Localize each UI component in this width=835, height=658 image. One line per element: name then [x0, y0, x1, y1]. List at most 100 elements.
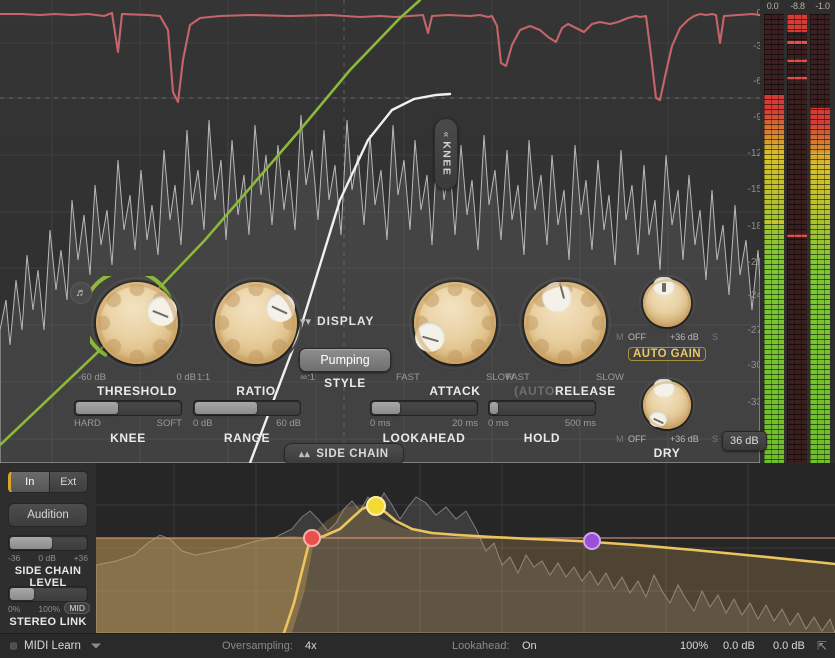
- range-slider-thumb: [195, 402, 257, 414]
- midi-indicator-icon[interactable]: [10, 642, 17, 650]
- stereo-link-track[interactable]: [8, 586, 88, 602]
- meter-input: [764, 14, 784, 463]
- sidechain-level-mid: 0 dB: [38, 553, 56, 563]
- threshold-label: THRESHOLD: [96, 384, 178, 398]
- control-panel: -60 dB 0 dB THRESHOLD ♬ 1:1 ∞:1 RATIO ▾▾…: [60, 275, 720, 460]
- sidechain-level-track[interactable]: [8, 535, 88, 551]
- midi-learn-button[interactable]: MIDI Learn: [24, 640, 81, 652]
- threshold-pointer: [147, 296, 177, 326]
- style-value-button[interactable]: Pumping: [299, 348, 391, 372]
- meter-value-gr: -8.8: [790, 1, 805, 11]
- chevron-down-icon[interactable]: [91, 643, 101, 649]
- auto-gain-label[interactable]: AUTO GAIN: [628, 347, 706, 361]
- output-gain-badge[interactable]: 36 dB: [722, 431, 767, 451]
- style-control: Pumping STYLE: [293, 348, 397, 390]
- ratio-pointer: [266, 293, 295, 322]
- auto-gain-mute[interactable]: M: [616, 332, 624, 342]
- stereo-link-thumb: [10, 588, 34, 600]
- dry-pointer: [649, 411, 667, 427]
- dry-state[interactable]: OFF: [628, 434, 646, 444]
- input-level-value[interactable]: 0.0 dB: [723, 640, 755, 652]
- oversampling-label: Oversampling:: [222, 640, 293, 652]
- meter-output: [810, 14, 830, 463]
- oversampling-value[interactable]: 4x: [305, 640, 317, 652]
- audition-button[interactable]: Audition: [8, 503, 88, 527]
- stereo-link-mode-tag[interactable]: MID: [64, 602, 90, 614]
- release-pointer: [542, 282, 572, 312]
- meter-gain-reduction: [787, 14, 807, 463]
- knee-label: KNEE: [110, 431, 146, 445]
- attack-knob[interactable]: [414, 282, 496, 364]
- hold-max: 500 ms: [564, 418, 596, 429]
- sidechain-level-min: -36: [8, 553, 21, 563]
- dry-mute[interactable]: M: [616, 434, 624, 444]
- sidechain-source-in[interactable]: In: [8, 471, 50, 493]
- hold-label: HOLD: [523, 431, 561, 445]
- release-knob[interactable]: [524, 282, 606, 364]
- meter-value-out: -1.0: [815, 1, 830, 11]
- knee-max: SOFT: [156, 418, 182, 429]
- hold-slider-track[interactable]: [488, 400, 596, 416]
- output-level-value[interactable]: 0.0 dB: [773, 640, 805, 652]
- eq-band-dot: [303, 529, 321, 547]
- attack-pointer: [415, 322, 445, 352]
- lookahead-status-label: Lookahead:: [452, 640, 510, 652]
- chevron-double-left-icon: «: [440, 131, 452, 138]
- sidechain-eq-svg: [96, 463, 835, 633]
- zoom-value[interactable]: 100%: [680, 640, 708, 652]
- lookahead-slider-thumb: [372, 402, 400, 414]
- knee-tab-label: KNEE: [440, 141, 452, 177]
- hold-slider-control: 0 ms 500 ms HOLD: [488, 400, 596, 445]
- ratio-min: 1:1: [197, 372, 211, 383]
- dry-knob[interactable]: [643, 379, 691, 429]
- hold-slider-thumb: [490, 402, 498, 414]
- stereo-link-mid: 100%: [38, 604, 61, 614]
- sidechain-eq-display[interactable]: [96, 463, 835, 633]
- attack-label: ATTACK: [429, 384, 481, 398]
- hold-min: 0 ms: [488, 418, 509, 429]
- sidechain-button[interactable]: ▴▴ SIDE CHAIN: [284, 443, 404, 465]
- knee-tab-button[interactable]: « KNEE: [434, 118, 458, 190]
- lookahead-min: 0 ms: [370, 418, 391, 429]
- status-bar: MIDI Learn Oversampling: 4x Lookahead: O…: [0, 633, 835, 658]
- auto-gain-max: +36 dB: [670, 332, 699, 342]
- display-button[interactable]: ▾▾ DISPLAY: [300, 314, 374, 328]
- knee-slider-track[interactable]: [74, 400, 182, 416]
- chevron-double-down-icon: ▾▾: [300, 315, 312, 328]
- auto-gain-state[interactable]: OFF: [628, 332, 646, 342]
- range-slider-track[interactable]: [193, 400, 301, 416]
- sidechain-level-max: +36: [73, 553, 88, 563]
- lookahead-max: 20 ms: [452, 418, 478, 429]
- meter-value-in: 0.0: [766, 1, 779, 11]
- range-min: 0 dB: [193, 418, 213, 429]
- dry-max: +36 dB: [670, 434, 699, 444]
- eq-band-dot: [366, 496, 386, 516]
- sidechain-section: In Ext Audition -36 0 dB +36 SIDE CHAIN …: [0, 463, 835, 633]
- lookahead-slider-track[interactable]: [370, 400, 478, 416]
- release-auto-prefix[interactable]: (AUTO: [514, 384, 555, 398]
- level-meters[interactable]: 0.0 -8.8 -1.0: [760, 0, 835, 463]
- threshold-max: 0 dB: [176, 372, 196, 383]
- sidechain-source-ext[interactable]: Ext: [49, 471, 88, 493]
- threshold-knob[interactable]: [96, 282, 178, 364]
- lookahead-status-value[interactable]: On: [522, 640, 537, 652]
- dry-pointer-top: [653, 379, 675, 397]
- sidechain-level-control: -36 0 dB +36 SIDE CHAIN LEVEL: [8, 535, 88, 589]
- chevron-double-up-icon: ▴▴: [299, 448, 311, 460]
- sidechain-controls: In Ext Audition -36 0 dB +36 SIDE CHAIN …: [0, 463, 96, 633]
- eq-band-dot: [583, 532, 601, 550]
- attack-min: FAST: [396, 372, 420, 383]
- range-slider-control: 0 dB 60 dB RANGE: [193, 400, 301, 445]
- auto-gain-solo[interactable]: S: [712, 332, 718, 342]
- style-label: STYLE: [324, 376, 366, 390]
- headphone-icon[interactable]: ♬: [70, 282, 92, 304]
- knee-slider-control: HARD SOFT KNEE: [74, 400, 182, 445]
- auto-gain-knob[interactable]: [643, 277, 691, 327]
- lookahead-slider-control: 0 ms 20 ms LOOKAHEAD: [370, 400, 478, 445]
- sidechain-level-thumb: [10, 537, 52, 549]
- ratio-knob[interactable]: [215, 282, 297, 364]
- auto-gain-pointer: [653, 277, 675, 295]
- stereo-link-label: STEREO LINK: [9, 616, 87, 628]
- resize-handle-icon[interactable]: ⇱: [817, 639, 827, 653]
- dry-solo[interactable]: S: [712, 434, 718, 444]
